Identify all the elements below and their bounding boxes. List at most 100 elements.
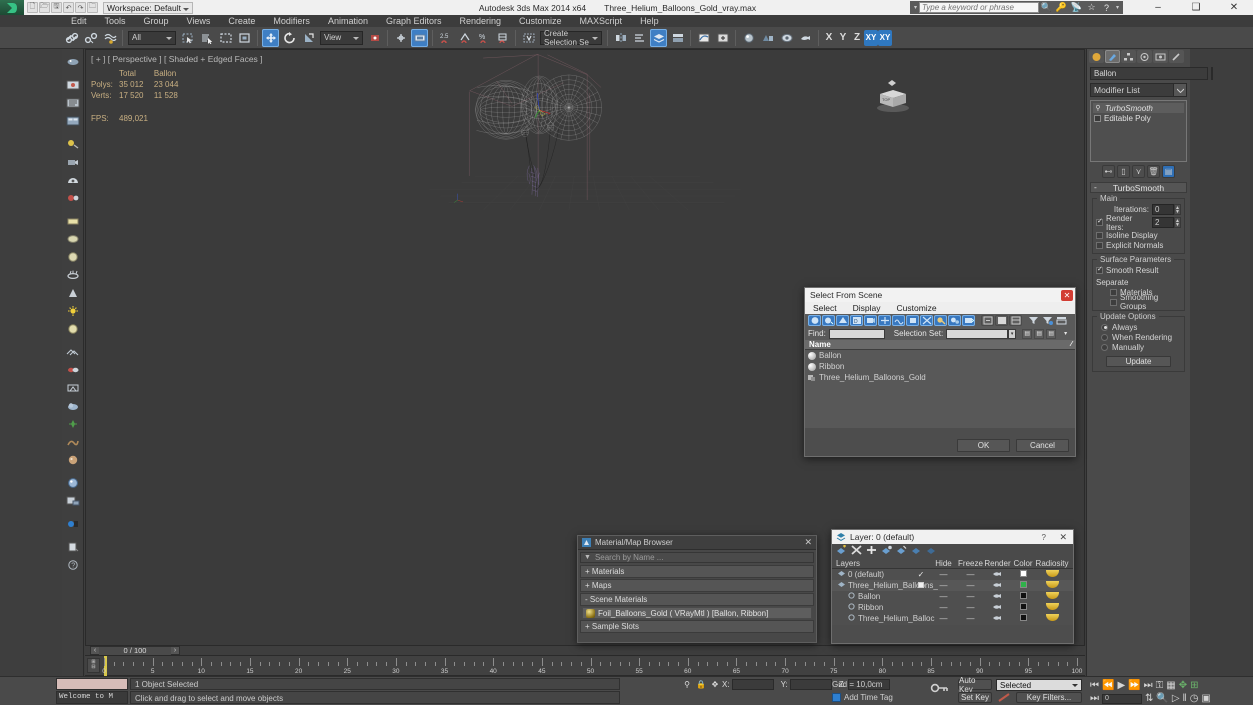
iterations-spinner[interactable]: ▲ ▼ — [1174, 204, 1181, 215]
table-row[interactable]: Three_Helium_Balloc — — — [832, 613, 1073, 624]
layer-manager-icon[interactable] — [650, 28, 667, 47]
hide-cell[interactable]: — — [930, 614, 957, 623]
edit-named-selection-sets-icon[interactable] — [520, 29, 537, 47]
hide-cell[interactable]: — — [930, 603, 957, 612]
close-button[interactable]: ✕ — [1215, 0, 1253, 15]
modifier-stack[interactable]: ⚲ TurboSmooth Editable Poly — [1090, 100, 1187, 162]
chevron-down-icon[interactable] — [1173, 84, 1186, 96]
ribbon-toggle-icon[interactable] — [669, 29, 686, 47]
isoline-display-row[interactable]: Isoline Display — [1096, 230, 1181, 240]
rendered-frame-window-icon[interactable] — [778, 29, 795, 47]
go-to-end-icon[interactable]: ⏭ — [1144, 680, 1153, 691]
vray-clipper-icon[interactable] — [64, 361, 82, 378]
use-pivot-point-center-icon[interactable] — [366, 29, 383, 47]
select-objects-in-layer-icon[interactable] — [881, 545, 892, 558]
display-lights-icon[interactable]: D — [850, 315, 863, 326]
display-children-icon[interactable] — [948, 315, 961, 326]
track-view-curve-editor-icon[interactable]: ⊞ ⊟ — [87, 658, 100, 673]
color-cell[interactable] — [1011, 592, 1035, 601]
next-frame-icon-2[interactable]: ⏩ — [1128, 680, 1140, 691]
maxscript-mini-listener[interactable]: Welcome to M — [56, 691, 128, 704]
separate-materials-checkbox[interactable] — [1110, 288, 1117, 296]
iterations-value[interactable]: 0 — [1152, 204, 1174, 215]
vray-render-sphere-icon[interactable] — [64, 474, 82, 491]
current-frame-spinner-icon[interactable]: ⏭ — [1090, 693, 1099, 704]
pin-stack-icon[interactable]: ⊷ — [1102, 164, 1115, 178]
expand-plus-icon[interactable] — [1094, 114, 1101, 122]
color-cell[interactable] — [1011, 614, 1035, 623]
radiosity-cell[interactable] — [1035, 570, 1069, 579]
axis-constraint-x[interactable]: X — [822, 30, 836, 46]
scene-object-list[interactable]: Ballon Ribbon Three_Helium_Balloons_Gold — [805, 350, 1075, 428]
viewport-label[interactable]: [ + ] [ Perspective ] [ Shaded + Edged F… — [91, 54, 263, 64]
vray-mesh-export-icon[interactable] — [64, 343, 82, 360]
modifier-list-dropdown[interactable]: Modifier List — [1090, 83, 1187, 97]
play-animation-icon[interactable]: ▶ — [1117, 680, 1125, 691]
smooth-result-row[interactable]: Smooth Result — [1096, 265, 1181, 275]
create-new-layer-icon[interactable] — [836, 544, 847, 558]
color-cell[interactable] — [1011, 603, 1035, 612]
animation-mode-key-icon[interactable] — [930, 681, 950, 701]
turbosmooth-rollout-header[interactable]: TurboSmooth — [1090, 182, 1187, 193]
color-cell[interactable] — [1011, 581, 1035, 590]
display-cameras-icon[interactable] — [864, 315, 877, 326]
vray-frame-buffer-icon[interactable] — [64, 76, 82, 93]
selection-set-dropdown-icon[interactable]: ▾ — [1008, 328, 1017, 339]
percent-snap-toggle-icon[interactable]: % — [475, 29, 492, 47]
display-xrefs-icon[interactable] — [920, 315, 933, 326]
hide-cell[interactable]: — — [930, 570, 957, 579]
scene-material-item[interactable]: Foil_Balloons_Gold ( VRayMtl ) [Ballon, … — [582, 607, 812, 619]
selection-lock-icon[interactable]: 🔒 — [694, 680, 708, 689]
orbit-icon[interactable]: ◷ — [1190, 693, 1199, 704]
edit-selection-set-icon[interactable]: ▤ — [1046, 328, 1057, 339]
make-unique-icon[interactable]: ⋎ — [1132, 164, 1145, 178]
name-column-header[interactable]: Name ⁄ — [805, 340, 1075, 350]
freeze-cell[interactable]: — — [957, 592, 984, 601]
vray-plane-icon[interactable] — [64, 212, 82, 229]
window-crossing-toggle-icon[interactable] — [236, 29, 253, 47]
add-selection-set-icon[interactable]: ▤ — [1022, 328, 1033, 339]
freeze-cell[interactable]: — — [957, 603, 984, 612]
rectangular-selection-region-icon[interactable] — [217, 29, 234, 47]
collapse-all-icon[interactable] — [995, 315, 1008, 326]
vray-omni-light-icon[interactable] — [64, 302, 82, 319]
maximize-button[interactable]: ❑ — [1177, 0, 1215, 15]
auto-key-button[interactable]: Auto Key — [958, 676, 992, 694]
display-geometry-icon[interactable] — [822, 315, 835, 326]
ok-button[interactable]: OK — [957, 439, 1010, 452]
mirror-icon[interactable] — [612, 29, 629, 47]
render-cell[interactable] — [984, 570, 1011, 579]
list-item[interactable]: Ballon — [805, 350, 1075, 361]
absolute-relative-mode-icon[interactable]: ✥ — [708, 680, 722, 689]
vray-light-cone-icon[interactable] — [64, 284, 82, 301]
undo-icon[interactable]: ↶ — [63, 2, 74, 13]
display-all-icon[interactable] — [808, 315, 821, 326]
search-binoculars-icon[interactable]: 🔍 — [1039, 2, 1054, 13]
find-input[interactable] — [828, 328, 885, 339]
update-always-row[interactable]: Always — [1096, 322, 1181, 332]
menu-item-group[interactable]: Group — [135, 15, 178, 27]
configure-modifier-sets-icon[interactable]: ▤ — [1162, 164, 1175, 178]
update-when-rendering-radio[interactable] — [1101, 333, 1108, 341]
key-mode-toggle-icon[interactable]: ⚿ — [1156, 680, 1164, 691]
time-configuration-icon[interactable]: ▦ — [1166, 680, 1175, 691]
stack-item-turbosmooth[interactable]: ⚲ TurboSmooth — [1093, 103, 1184, 113]
maxscript-mini-listener-pink[interactable] — [56, 678, 128, 690]
hide-cell[interactable]: — — [930, 592, 957, 601]
color-cell[interactable] — [1011, 570, 1035, 579]
vray-dome-light-icon[interactable] — [64, 171, 82, 188]
unlink-selection-icon[interactable] — [82, 29, 99, 47]
axis-constraint-cycle[interactable]: XY — [878, 29, 892, 46]
freeze-cell[interactable]: — — [957, 614, 984, 623]
vray-asset-editor-icon[interactable] — [64, 492, 82, 509]
vray-proxy-icon[interactable] — [64, 230, 82, 247]
update-when-rendering-row[interactable]: When Rendering — [1096, 332, 1181, 342]
sfs-menu-customize[interactable]: Customize — [897, 303, 937, 313]
save-file-icon[interactable]: 🖫 — [51, 2, 62, 13]
minimize-button[interactable]: – — [1139, 0, 1177, 15]
layer-list[interactable]: 0 (default) ✓ — — Three_Helium_Balloons_… — [832, 569, 1073, 625]
view-cube[interactable]: TOP — [870, 78, 916, 112]
update-always-radio[interactable] — [1101, 323, 1108, 331]
vray-help-icon[interactable]: ? — [64, 556, 82, 573]
frame-spinner-icon[interactable]: ⇅ — [1145, 693, 1153, 704]
